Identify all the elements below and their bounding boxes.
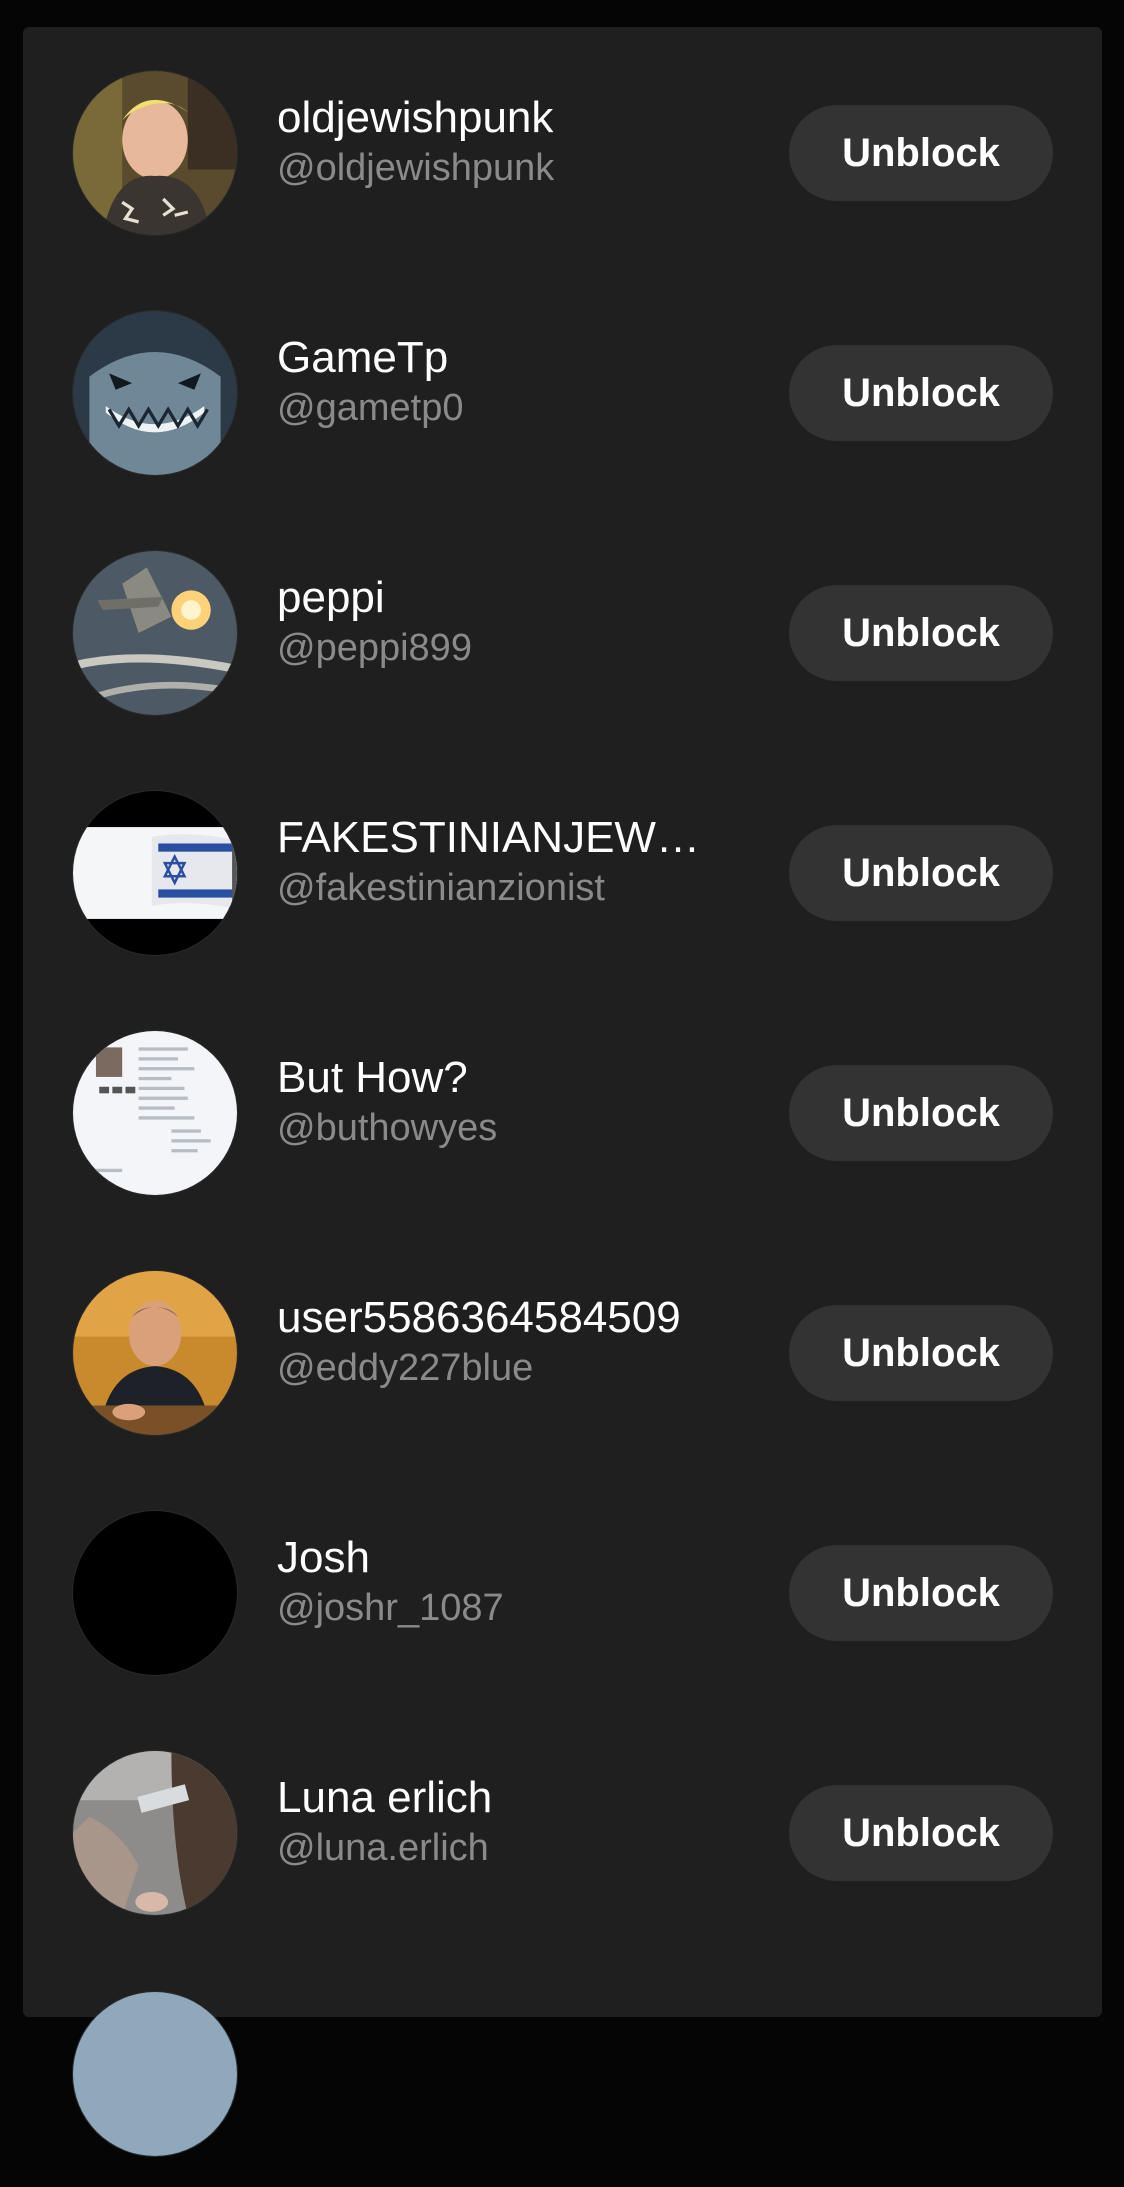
username-handle: @eddy227blue [277, 1347, 534, 1389]
partial-avatar[interactable] [72, 1991, 238, 2157]
blocked-accounts-panel: oldjewishpunk @oldjewishpunk Unblock Gam… [23, 27, 1102, 2157]
account-text: oldjewishpunk @oldjewishpunk [277, 92, 757, 192]
unblock-button[interactable]: Unblock [789, 825, 1053, 921]
unblock-button[interactable]: Unblock [789, 345, 1053, 441]
username-handle: @luna.erlich [277, 1827, 489, 1869]
username-handle: @oldjewishpunk [277, 147, 555, 189]
display-name: Josh [277, 1533, 370, 1582]
account-text: Luna erlich @luna.erlich [277, 1772, 757, 1872]
portrait-photo-avatar[interactable] [72, 70, 238, 236]
account-text: user5586364584509 @eddy227blue [277, 1292, 757, 1392]
unblock-button[interactable]: Unblock [789, 1065, 1053, 1161]
display-name: But How? [277, 1053, 468, 1102]
blocked-account-row: Josh @joshr_1087 Unblock [23, 1467, 1102, 1707]
man-photo-avatar[interactable] [72, 1270, 238, 1436]
display-name: oldjewishpunk [277, 93, 554, 142]
israel-flag-avatar[interactable] [72, 790, 238, 956]
display-name: peppi [277, 573, 385, 622]
account-text: GameTp @gametp0 [277, 332, 757, 432]
blocked-account-row: FAKESTINIANJEW… @fakestinianzionist Unbl… [23, 747, 1102, 987]
username-handle: @joshr_1087 [277, 1587, 504, 1629]
unblock-button[interactable]: Unblock [789, 1785, 1053, 1881]
unblock-button[interactable]: Unblock [789, 1545, 1053, 1641]
username-handle: @fakestinianzionist [277, 867, 605, 909]
display-name: GameTp [277, 333, 449, 382]
username-handle: @buthowyes [277, 1107, 498, 1149]
display-name: FAKESTINIANJEW… [277, 813, 700, 862]
username-handle: @peppi899 [277, 627, 472, 669]
account-text: But How? @buthowyes [277, 1052, 757, 1152]
black-avatar[interactable] [72, 1510, 238, 1676]
account-text: peppi @peppi899 [277, 572, 757, 672]
document-screenshot-avatar[interactable] [72, 1030, 238, 1196]
fighter-jet-flares-avatar[interactable] [72, 550, 238, 716]
blocked-account-row: But How? @buthowyes Unblock [23, 987, 1102, 1227]
blocked-account-row-partial [23, 1947, 1102, 2187]
blocked-account-row: peppi @peppi899 Unblock [23, 507, 1102, 747]
shark-character-avatar[interactable] [72, 310, 238, 476]
selfie-photo-avatar[interactable] [72, 1750, 238, 1916]
unblock-button[interactable]: Unblock [789, 585, 1053, 681]
display-name: user5586364584509 [277, 1293, 681, 1342]
blocked-account-row: oldjewishpunk @oldjewishpunk Unblock [23, 27, 1102, 267]
unblock-button[interactable]: Unblock [789, 105, 1053, 201]
account-text: FAKESTINIANJEW… @fakestinianzionist [277, 812, 757, 912]
username-handle: @gametp0 [277, 387, 464, 429]
display-name: Luna erlich [277, 1773, 493, 1822]
account-text: Josh @joshr_1087 [277, 1532, 757, 1632]
blocked-account-row: user5586364584509 @eddy227blue Unblock [23, 1227, 1102, 1467]
blocked-account-row: GameTp @gametp0 Unblock [23, 267, 1102, 507]
unblock-button[interactable]: Unblock [789, 1305, 1053, 1401]
blocked-account-row: Luna erlich @luna.erlich Unblock [23, 1707, 1102, 1947]
